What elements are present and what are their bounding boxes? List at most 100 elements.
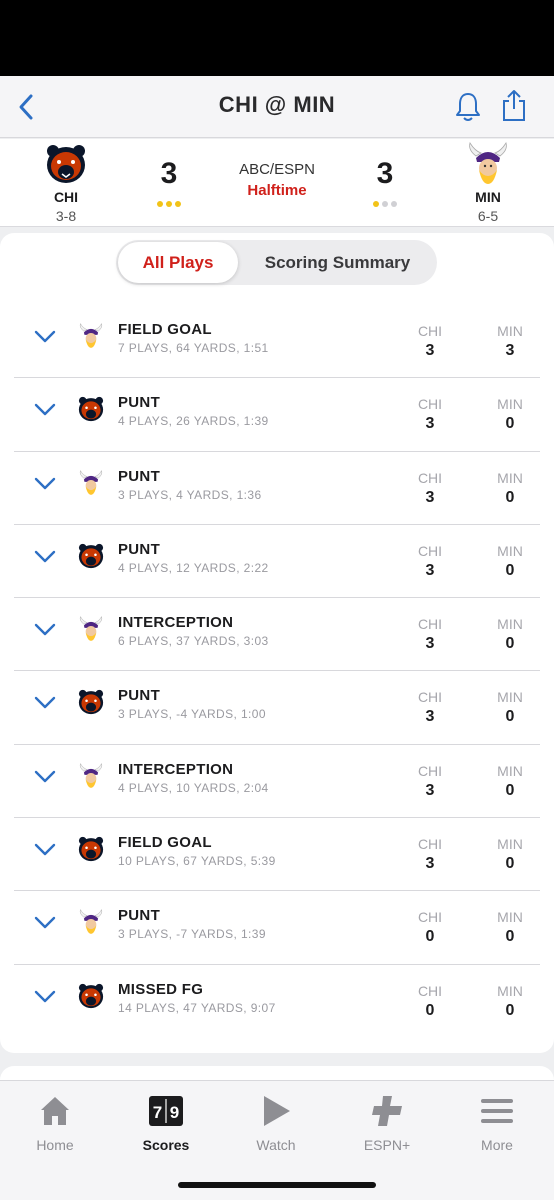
min-score: 0 — [505, 781, 515, 799]
vikings-logo-icon — [79, 323, 103, 348]
tab-label: Home — [36, 1137, 74, 1153]
drive-row[interactable]: PUNT 3 PLAYS, -4 YARDS, 1:00 CHI 3 MIN 0 — [14, 671, 540, 745]
min-score: 0 — [505, 488, 515, 506]
expand-button[interactable] — [32, 987, 58, 1007]
plays-card: All Plays Scoring Summary FIELD GOAL 7 P… — [0, 233, 554, 1053]
drive-summary: 3 PLAYS, -4 YARDS, 1:00 — [118, 707, 266, 722]
back-button[interactable] — [8, 88, 44, 126]
home-timeouts — [360, 201, 410, 207]
timeout-dot — [373, 201, 379, 207]
expand-button[interactable] — [32, 620, 58, 640]
drive-row[interactable]: INTERCEPTION 6 PLAYS, 37 YARDS, 3:03 CHI… — [14, 598, 540, 672]
expand-button[interactable] — [32, 840, 58, 860]
min-score: 0 — [505, 635, 515, 653]
tab-scores[interactable]: 7 9 Scores — [116, 1091, 216, 1153]
chevron-down-icon — [34, 917, 56, 929]
min-column-header: MIN — [497, 762, 523, 779]
chi-column-header: CHI — [417, 469, 443, 486]
share-icon — [503, 90, 525, 121]
min-column-header: MIN — [497, 836, 523, 853]
timeout-dot — [175, 201, 181, 207]
notifications-button[interactable] — [450, 88, 486, 126]
expand-button[interactable] — [32, 327, 58, 347]
drive-team-logo — [76, 612, 106, 646]
away-score: 3 — [160, 157, 178, 190]
game-status: Halftime — [247, 182, 307, 199]
chi-score: 3 — [425, 561, 435, 579]
drive-row[interactable]: FIELD GOAL 10 PLAYS, 67 YARDS, 5:39 CHI … — [14, 818, 540, 892]
chi-score: 3 — [425, 488, 435, 506]
drive-row[interactable]: INTERCEPTION 4 PLAYS, 10 YARDS, 2:04 CHI… — [14, 745, 540, 819]
bears-logo-icon — [78, 543, 104, 568]
tab-label: More — [481, 1137, 513, 1153]
tab-label: Scores — [142, 1137, 190, 1153]
navigation-bar: CHI @ MIN — [0, 76, 554, 138]
drive-result: MISSED FG — [118, 980, 204, 998]
drive-row[interactable]: MISSED FG 14 PLAYS, 47 YARDS, 9:07 CHI 0… — [14, 965, 540, 1038]
min-column-header: MIN — [497, 616, 523, 633]
tab-more[interactable]: More — [447, 1091, 547, 1153]
all-plays-tab[interactable]: All Plays — [118, 242, 238, 283]
tab-watch[interactable]: Watch — [226, 1091, 326, 1153]
drive-summary: 3 PLAYS, -7 YARDS, 1:39 — [118, 927, 266, 942]
drive-summary: 4 PLAYS, 26 YARDS, 1:39 — [118, 414, 269, 429]
drive-team-logo — [76, 685, 106, 719]
plus-icon — [337, 1091, 437, 1131]
drive-summary: 7 PLAYS, 64 YARDS, 1:51 — [118, 341, 269, 355]
chevron-down-icon — [34, 770, 56, 782]
expand-button[interactable] — [32, 474, 58, 494]
drive-list: FIELD GOAL 7 PLAYS, 64 YARDS, 1:51 CHI 3… — [14, 305, 540, 1038]
drive-summary: 4 PLAYS, 12 YARDS, 2:22 — [118, 560, 269, 575]
expand-button[interactable] — [32, 913, 58, 933]
chi-column-header: CHI — [417, 689, 443, 706]
vikings-logo-icon — [79, 469, 103, 495]
min-score: 0 — [505, 415, 515, 433]
chevron-down-icon — [34, 550, 56, 563]
drive-team-logo — [76, 539, 106, 573]
expand-button[interactable] — [32, 547, 58, 567]
chi-score: 3 — [425, 342, 435, 359]
chi-column-header: CHI — [417, 762, 443, 779]
home-team-abbr: MIN — [475, 189, 501, 205]
chi-column-header: CHI — [417, 542, 443, 559]
expand-button[interactable] — [32, 767, 58, 787]
away-team[interactable]: CHI 3-8 — [26, 139, 106, 224]
tab-espn[interactable]: ESPN+ — [337, 1091, 437, 1153]
share-button[interactable] — [496, 86, 532, 126]
min-score: 0 — [505, 928, 515, 946]
drive-result: FIELD GOAL — [118, 321, 212, 338]
vikings-logo-icon — [79, 909, 103, 935]
expand-button[interactable] — [32, 693, 58, 713]
tab-label: Watch — [256, 1137, 296, 1153]
drive-row[interactable]: PUNT 4 PLAYS, 12 YARDS, 2:22 CHI 3 MIN 0 — [14, 525, 540, 599]
svg-text:9: 9 — [170, 1103, 179, 1122]
home-icon — [5, 1091, 105, 1131]
home-team[interactable]: MIN 6-5 — [448, 139, 528, 224]
min-column-header: MIN — [497, 469, 523, 486]
drive-row[interactable]: PUNT 4 PLAYS, 26 YARDS, 1:39 CHI 3 MIN 0 — [14, 378, 540, 452]
drive-row[interactable]: PUNT 3 PLAYS, 4 YARDS, 1:36 CHI 3 MIN 0 — [14, 452, 540, 525]
scoring-summary-tab[interactable]: Scoring Summary — [240, 242, 435, 283]
drive-row[interactable]: PUNT 3 PLAYS, -7 YARDS, 1:39 CHI 0 MIN 0 — [14, 891, 540, 965]
expand-button[interactable] — [32, 400, 58, 420]
away-team-abbr: CHI — [53, 189, 79, 205]
drive-team-logo — [76, 832, 106, 866]
timeout-dot — [391, 201, 397, 207]
drive-team-logo — [76, 319, 106, 353]
chi-score: 3 — [425, 708, 435, 726]
chi-column-header: CHI — [417, 396, 443, 413]
drive-row[interactable]: FIELD GOAL 7 PLAYS, 64 YARDS, 1:51 CHI 3… — [14, 305, 540, 379]
vikings-logo-icon — [79, 616, 103, 642]
drive-summary: 14 PLAYS, 47 YARDS, 9:07 — [118, 1000, 276, 1015]
away-team-record: 3-8 — [55, 208, 77, 224]
tab-home[interactable]: Home — [5, 1091, 105, 1153]
chevron-left-icon — [19, 94, 33, 120]
chi-score: 3 — [425, 415, 435, 433]
drive-result: INTERCEPTION — [118, 614, 234, 632]
timeout-dot — [157, 201, 163, 207]
timeout-dot — [166, 201, 172, 207]
scoreboard-icon: 79 — [116, 1091, 216, 1131]
chi-column-header: CHI — [417, 323, 443, 339]
drive-result: FIELD GOAL — [118, 834, 212, 852]
game-header[interactable]: CHI 3-8 3 ABC/ESPN Halftime 3 MIN 6-5 — [0, 139, 554, 227]
